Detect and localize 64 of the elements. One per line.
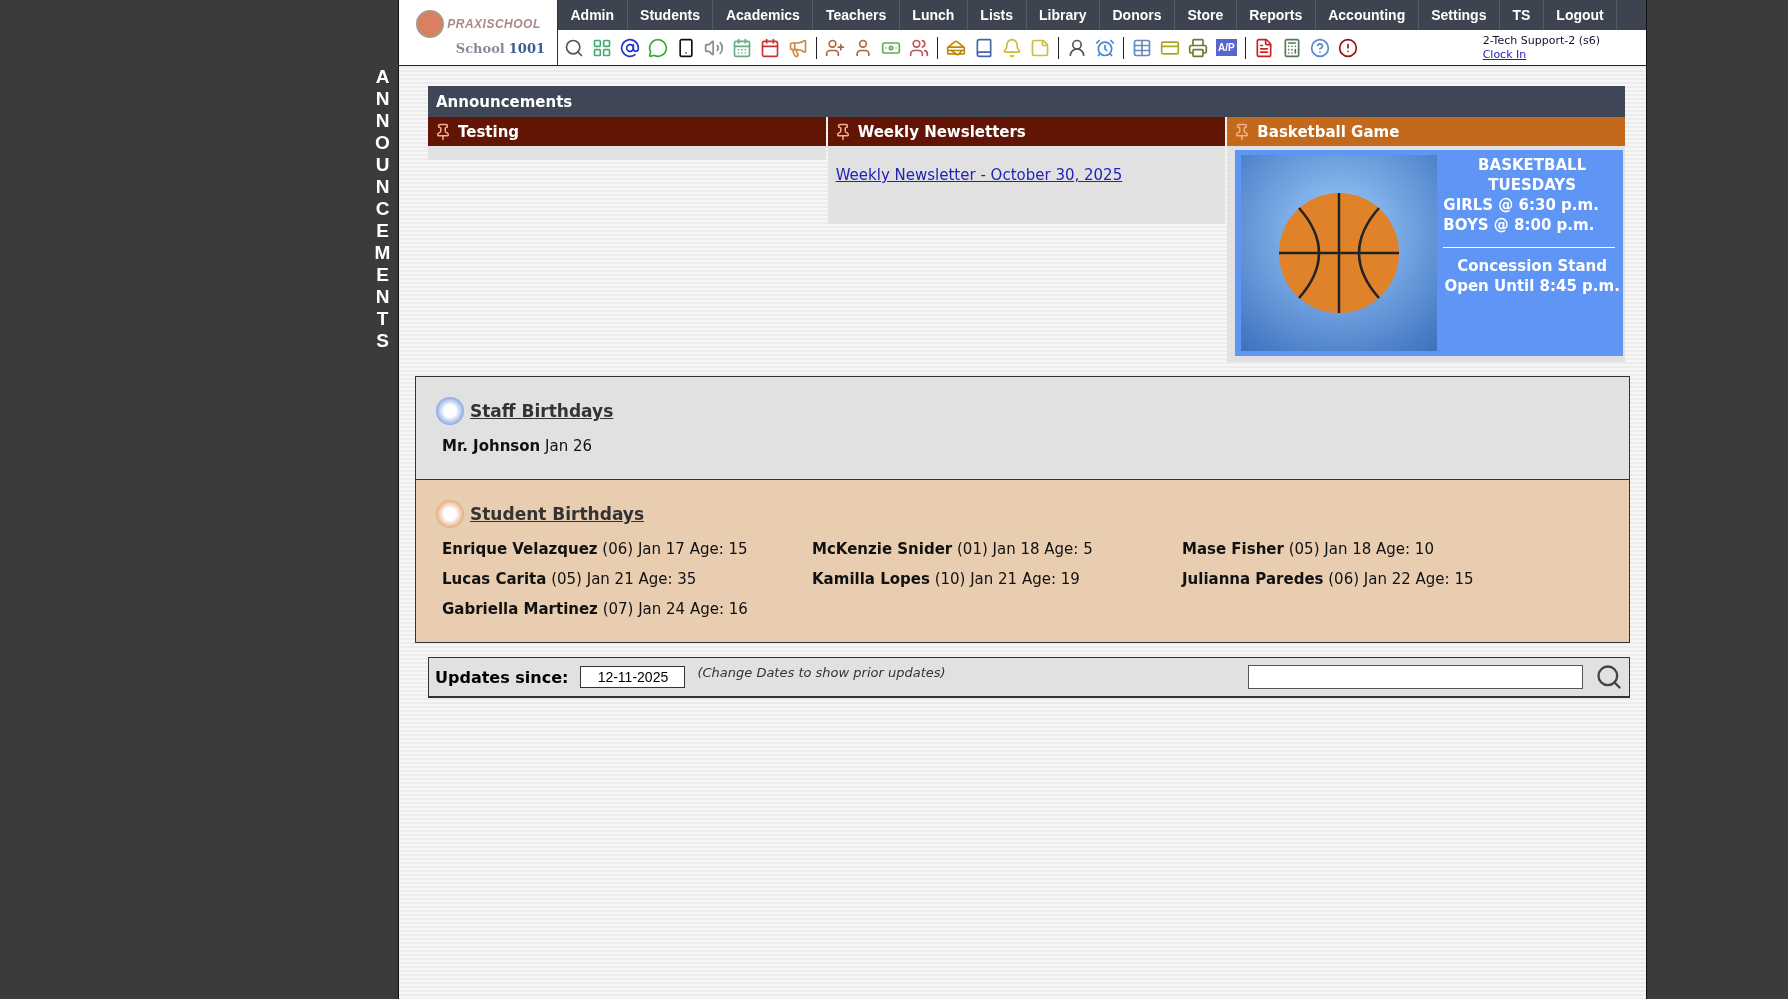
birthday-entry: Mr. Johnson Jan 26 xyxy=(442,437,593,455)
user-plus-icon[interactable] xyxy=(825,37,845,58)
user-name: 2-Tech Support-2 (s6) xyxy=(1482,33,1600,48)
alarm-clock-icon[interactable] xyxy=(1095,37,1115,58)
search-button[interactable] xyxy=(1595,663,1623,691)
nav-menu-item[interactable]: TS xyxy=(1499,0,1544,30)
megaphone-icon[interactable] xyxy=(788,37,808,58)
user-icon[interactable] xyxy=(1067,37,1087,58)
speaker-icon[interactable] xyxy=(704,37,724,58)
help-icon[interactable] xyxy=(1309,37,1330,58)
poster-text: GIRLS @ 6:30 p.m. xyxy=(1443,195,1600,215)
nav-menu-item[interactable]: Reports xyxy=(1236,0,1316,30)
alert-icon[interactable] xyxy=(1337,37,1358,58)
nav-menu-item[interactable]: Lists xyxy=(967,0,1027,30)
nav-menu-item[interactable]: Students xyxy=(627,0,714,30)
birthday-entry: Julianna Paredes (06) Jan 22 Age: 15 xyxy=(1182,570,1475,588)
pin-icon xyxy=(434,122,452,141)
user-icon[interactable] xyxy=(853,37,873,58)
accounts-payable-button[interactable]: A/P xyxy=(1216,39,1237,56)
chat-icon[interactable] xyxy=(648,37,668,58)
nav-menu-item[interactable]: Accounting xyxy=(1315,0,1419,30)
birthday-entry: McKenzie Snider (01) Jan 18 Age: 5 xyxy=(812,540,1094,558)
date-field[interactable]: 12-11-2025 xyxy=(580,666,686,688)
search-field[interactable] xyxy=(1248,665,1583,689)
birthday-entry: Enrique Velazquez (06) Jan 17 Age: 15 xyxy=(442,540,749,558)
nav-menu-item[interactable]: Store xyxy=(1175,0,1237,30)
book-icon[interactable] xyxy=(974,37,994,58)
birthday-entry: Kamilla Lopes (10) Jan 21 Age: 19 xyxy=(812,570,1081,588)
birthday-entry: Mase Fisher (05) Jan 18 Age: 10 xyxy=(1182,540,1435,558)
nav-menu-item[interactable]: Settings xyxy=(1418,0,1500,30)
nav-menu-item[interactable]: Academics xyxy=(713,0,814,30)
school-logo: PRAXISCHOOL School 1001 xyxy=(399,0,558,65)
newsletter-link[interactable]: Weekly Newsletter - October 30, 2025 xyxy=(835,166,1123,184)
printer-icon[interactable] xyxy=(1188,37,1208,58)
table-icon[interactable] xyxy=(1132,37,1152,58)
phone-icon[interactable] xyxy=(676,37,696,58)
birthday-section-link[interactable]: Student Birthdays xyxy=(470,504,645,524)
nav-menu-item[interactable]: Donors xyxy=(1100,0,1175,30)
poster-text: Concession Stand Open Until 8:45 p.m. xyxy=(1443,256,1621,296)
clock-in-link[interactable]: Clock In xyxy=(1482,47,1527,61)
search-icon[interactable] xyxy=(564,37,584,58)
nav-menu-item[interactable]: Admin xyxy=(558,0,628,30)
nav-menu-item[interactable]: Teachers xyxy=(813,0,900,30)
announcement-title: Testing xyxy=(458,122,520,141)
birthday-entry: Lucas Carita (05) Jan 21 Age: 35 xyxy=(442,570,698,588)
calendar-icon[interactable] xyxy=(760,37,780,58)
at-sign-icon[interactable] xyxy=(620,37,640,58)
updates-label: Updates since: xyxy=(435,667,569,687)
nav-menu-item[interactable]: Logout xyxy=(1543,0,1618,30)
nav-menu-item[interactable]: Library xyxy=(1026,0,1100,30)
vertical-section-label: ANNOUNCEMENTS xyxy=(373,66,392,353)
announcement-title: Basketball Game xyxy=(1257,122,1400,141)
birthday-section-link[interactable]: Staff Birthdays xyxy=(470,401,614,421)
grid-icon[interactable] xyxy=(592,37,612,58)
poster-text: BOYS @ 8:00 p.m. xyxy=(1443,215,1596,235)
announcements-header: Announcements xyxy=(428,86,1625,117)
announcement-title: Weekly Newsletters xyxy=(857,122,1026,141)
calendar-icon[interactable] xyxy=(732,37,752,58)
poster-text: BASKETBALL TUESDAYS xyxy=(1477,155,1588,195)
birthday-entry: Gabriella Martinez (07) Jan 24 Age: 16 xyxy=(442,600,749,618)
users-icon[interactable] xyxy=(909,37,929,58)
logo-emblem-icon xyxy=(415,9,446,39)
nav-menu-item[interactable]: Lunch xyxy=(899,0,968,30)
date-hint: (Change Dates to show prior updates) xyxy=(697,665,946,680)
